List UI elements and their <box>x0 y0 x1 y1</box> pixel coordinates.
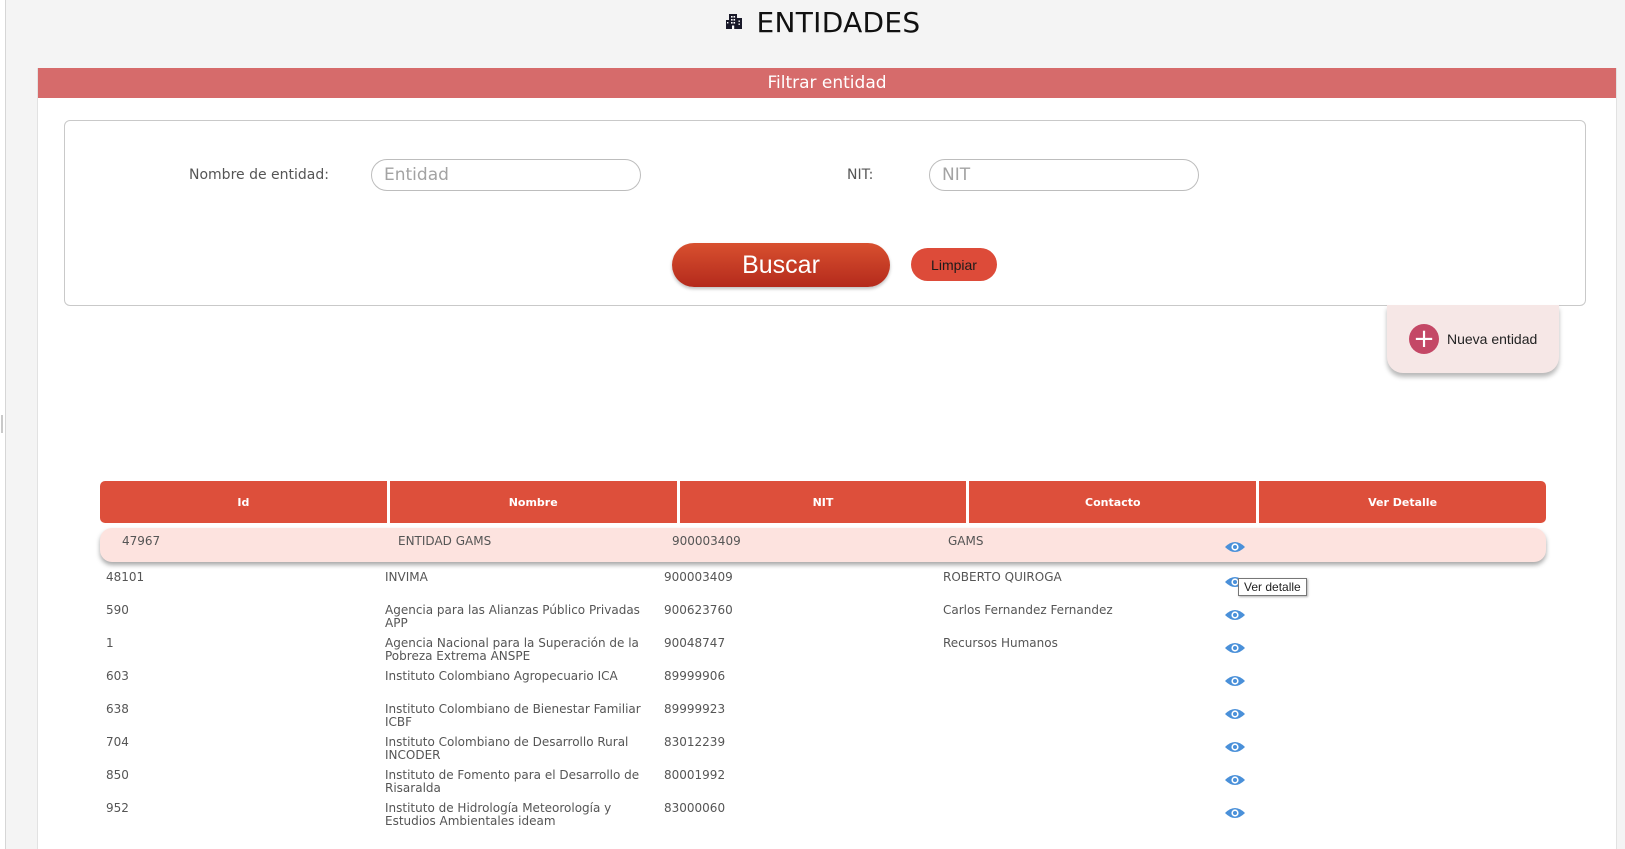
cell-id: 952 <box>106 801 129 815</box>
building-icon <box>725 12 743 34</box>
entities-panel: Filtrar entidad Nombre de entidad: NIT: … <box>37 68 1617 849</box>
new-entity-label: Nueva entidad <box>1447 331 1538 347</box>
table-row[interactable]: 850 Instituto de Fomento para el Desarro… <box>100 764 1546 797</box>
cell-nit: 90048747 <box>664 636 726 650</box>
eye-icon[interactable] <box>1224 540 1246 554</box>
cell-id: 850 <box>106 768 129 782</box>
cell-nit: 89999906 <box>664 669 726 683</box>
resize-handle[interactable] <box>1 415 3 433</box>
filter-bar-title: Filtrar entidad <box>38 68 1616 98</box>
cell-id: 638 <box>106 702 129 716</box>
cell-nit: 900003409 <box>672 534 741 548</box>
cell-contact: Carlos Fernandez Fernandez <box>943 603 1113 617</box>
table-row[interactable]: 952 Instituto de Hidrología Meteorología… <box>100 797 1546 830</box>
eye-icon[interactable] <box>1224 740 1246 754</box>
cell-nit: 83000060 <box>664 801 726 815</box>
cell-contact: GAMS <box>948 534 984 548</box>
table-row[interactable]: 704 Instituto Colombiano de Desarrollo R… <box>100 731 1546 764</box>
table-header: Id Nombre NIT Contacto Ver Detalle <box>100 481 1546 523</box>
eye-icon[interactable] <box>1224 806 1246 820</box>
page: ENTIDADES Filtrar entidad Nombre de enti… <box>0 0 1625 849</box>
clear-button[interactable]: Limpiar <box>911 248 997 281</box>
eye-icon[interactable] <box>1224 608 1246 622</box>
cell-nit: 80001992 <box>664 768 726 782</box>
cell-id: 1 <box>106 636 114 650</box>
nit-input[interactable] <box>929 159 1199 191</box>
table-row[interactable]: 47967 ENTIDAD GAMS 900003409 GAMS <box>100 528 1546 562</box>
nit-label: NIT: <box>847 167 874 183</box>
cell-id: 590 <box>106 603 129 617</box>
eye-icon[interactable] <box>1224 641 1246 655</box>
cell-name: Instituto de Hidrología Meteorología y E… <box>385 801 612 828</box>
cell-nit: 900623760 <box>664 603 733 617</box>
cell-name: Agencia para las Alianzas Público Privad… <box>385 603 640 630</box>
column-header-name[interactable]: Nombre <box>389 481 677 523</box>
column-header-contact[interactable]: Contacto <box>969 481 1257 523</box>
cell-name: ENTIDAD GAMS <box>398 534 492 548</box>
cell-name: Agencia Nacional para la Superación de l… <box>385 636 639 663</box>
search-button[interactable]: Buscar <box>672 243 890 287</box>
cell-name: Instituto Colombiano de Bienestar Famili… <box>385 702 641 729</box>
table-row[interactable]: 638 Instituto Colombiano de Bienestar Fa… <box>100 698 1546 731</box>
column-header-id[interactable]: Id <box>100 481 387 523</box>
table-row[interactable]: 48101 INVIMA 900003409 ROBERTO QUIROGA V… <box>100 566 1546 599</box>
table-row[interactable]: 590 Agencia para las Alianzas Público Pr… <box>100 599 1546 632</box>
column-header-detail: Ver Detalle <box>1259 481 1546 523</box>
new-entity-button[interactable]: + Nueva entidad <box>1387 305 1559 373</box>
table-body: 47967 ENTIDAD GAMS 900003409 GAMS 48101 … <box>100 528 1546 830</box>
detail-tooltip: Ver detalle <box>1238 578 1307 596</box>
eye-icon[interactable] <box>1224 707 1246 721</box>
cell-id: 48101 <box>106 570 145 584</box>
cell-contact: Recursos Humanos <box>943 636 1058 650</box>
cell-contact: ROBERTO QUIROGA <box>943 570 1062 584</box>
cell-id: 47967 <box>122 534 161 548</box>
entity-name-label: Nombre de entidad: <box>189 167 329 183</box>
cell-nit: 83012239 <box>664 735 726 749</box>
cell-name: Instituto de Fomento para el Desarrollo … <box>385 768 640 795</box>
cell-nit: 900003409 <box>664 570 733 584</box>
cell-name: Instituto Colombiano Agropecuario ICA <box>385 669 618 683</box>
cell-name: Instituto Colombiano de Desarrollo Rural… <box>385 735 629 762</box>
cell-name: INVIMA <box>385 570 428 584</box>
left-scroll-edge <box>0 0 6 849</box>
cell-id: 704 <box>106 735 129 749</box>
column-header-nit[interactable]: NIT <box>679 481 967 523</box>
cell-nit: 89999923 <box>664 702 726 716</box>
entity-name-input[interactable] <box>371 159 641 191</box>
eye-icon[interactable] <box>1224 674 1246 688</box>
table-row[interactable]: 603 Instituto Colombiano Agropecuario IC… <box>100 665 1546 698</box>
filter-form: Nombre de entidad: NIT: Buscar Limpiar <box>64 120 1586 306</box>
page-header: ENTIDADES <box>0 6 1625 46</box>
cell-id: 603 <box>106 669 129 683</box>
eye-icon[interactable] <box>1224 773 1246 787</box>
page-title: ENTIDADES <box>756 6 921 39</box>
plus-circle-icon: + <box>1409 324 1439 354</box>
table-row[interactable]: 1 Agencia Nacional para la Superación de… <box>100 632 1546 665</box>
